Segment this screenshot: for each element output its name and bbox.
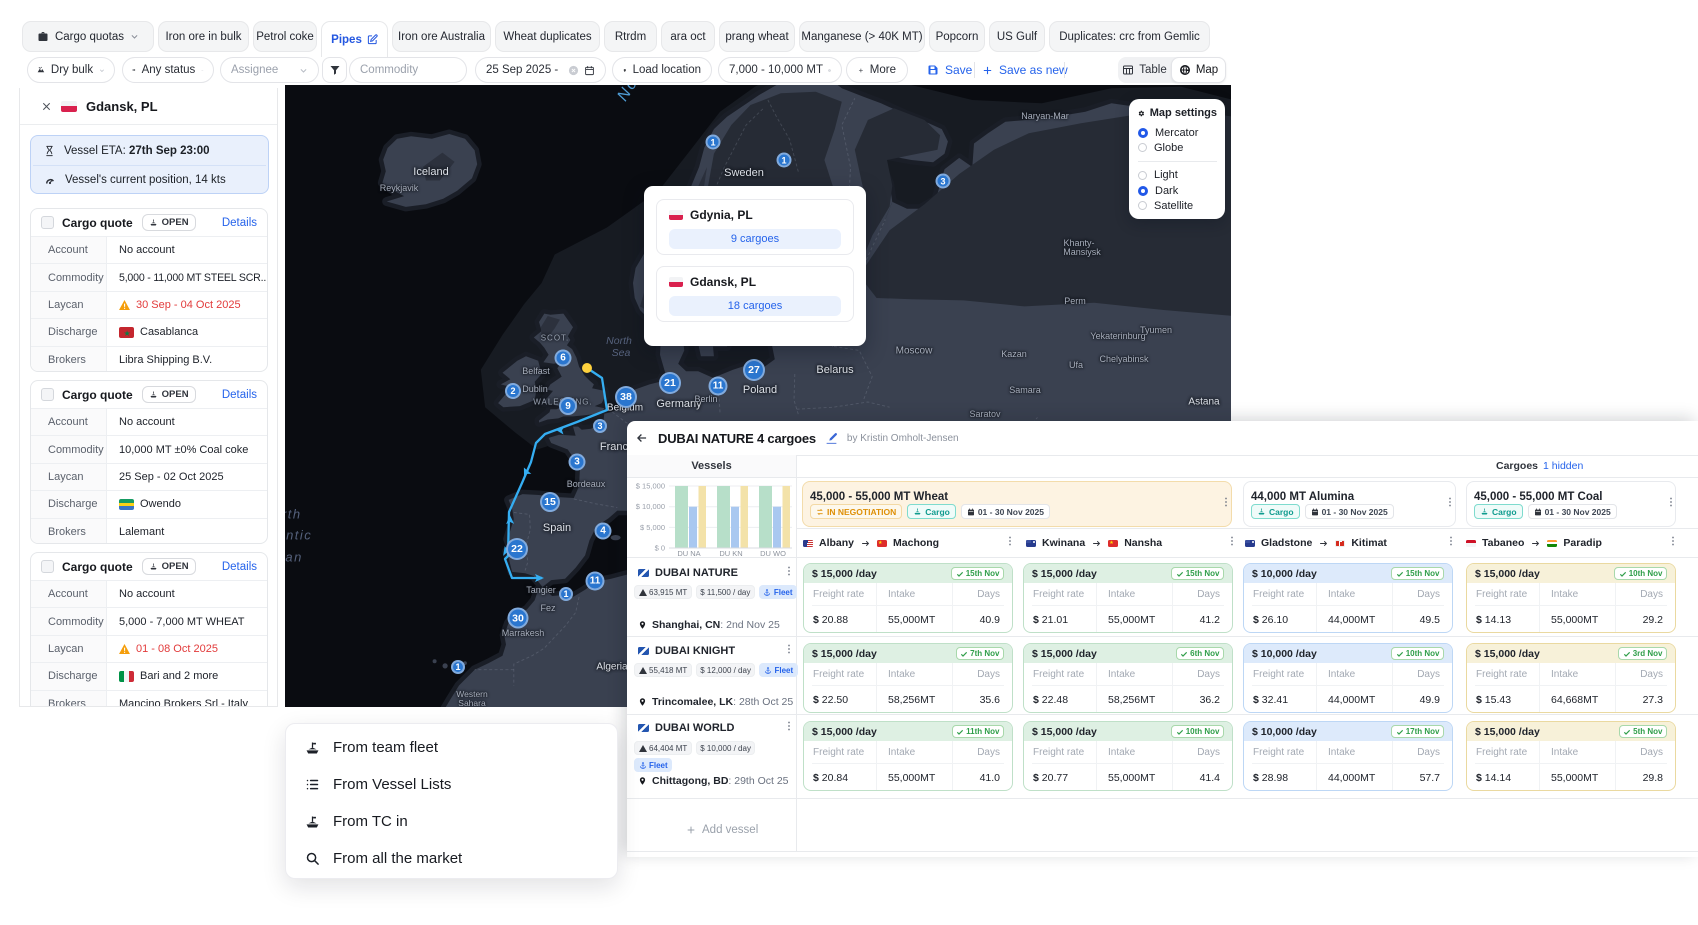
svg-text:DU KN: DU KN xyxy=(719,549,742,557)
svg-text:$ 15,000: $ 15,000 xyxy=(636,482,665,491)
svg-text:$ 5,000: $ 5,000 xyxy=(640,523,665,532)
svg-text:DU WO: DU WO xyxy=(760,549,786,557)
svg-text:$ 10,000: $ 10,000 xyxy=(636,502,665,511)
svg-text:DU NA: DU NA xyxy=(677,549,700,557)
svg-text:$ 0: $ 0 xyxy=(655,544,665,553)
